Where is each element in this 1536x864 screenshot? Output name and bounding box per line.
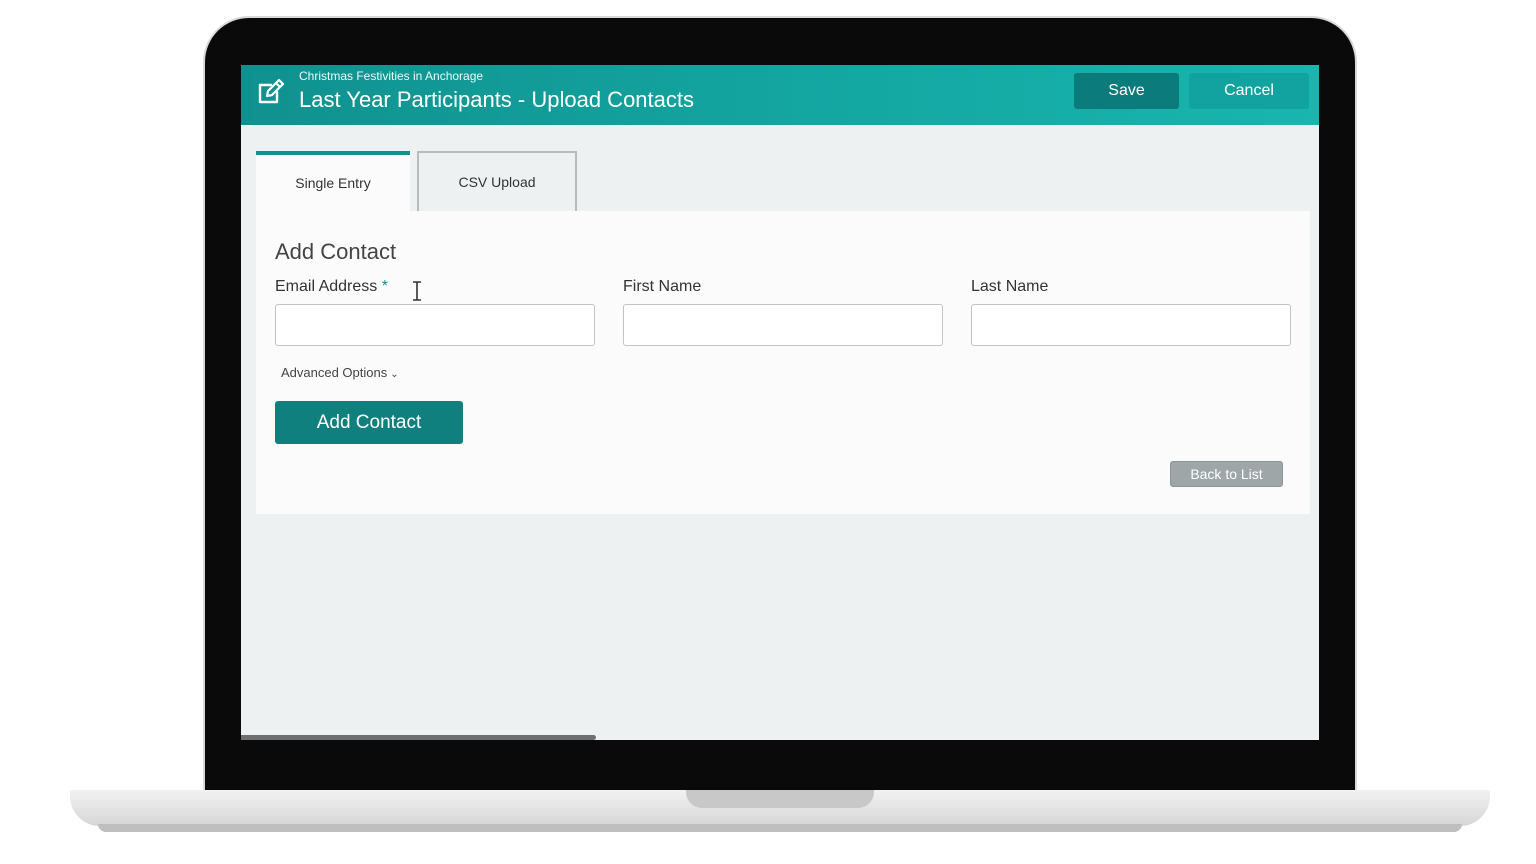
back-to-list-button[interactable]: Back to List <box>1170 461 1283 487</box>
page-title: Last Year Participants - Upload Contacts <box>299 87 695 112</box>
email-field[interactable] <box>275 304 595 346</box>
first-name-field[interactable] <box>623 304 943 346</box>
email-label: Email Address * <box>275 278 388 296</box>
cancel-button[interactable]: Cancel <box>1189 73 1309 109</box>
advanced-options-toggle[interactable]: Advanced Options ⌄ <box>281 365 399 380</box>
tab-label: CSV Upload <box>458 174 536 190</box>
tab-label: Single Entry <box>295 175 371 191</box>
laptop-base-shadow <box>98 824 1462 832</box>
advanced-options-label: Advanced Options <box>281 365 388 380</box>
add-contact-panel: Add Contact Email Address * First Name L… <box>256 211 1310 514</box>
app-screen: Christmas Festivities in Anchorage Last … <box>241 65 1319 740</box>
page-subtitle: Christmas Festivities in Anchorage <box>299 69 484 83</box>
last-name-field[interactable] <box>971 304 1291 346</box>
save-button[interactable]: Save <box>1074 73 1179 109</box>
text-cursor-icon <box>413 281 421 301</box>
tab-single-entry[interactable]: Single Entry <box>256 151 410 211</box>
edit-icon <box>258 78 285 104</box>
required-marker: * <box>381 278 388 295</box>
last-name-label: Last Name <box>971 278 1049 295</box>
page-header: Christmas Festivities in Anchorage Last … <box>241 65 1319 125</box>
tab-csv-upload[interactable]: CSV Upload <box>417 151 577 211</box>
laptop-notch <box>686 790 874 808</box>
add-contact-button[interactable]: Add Contact <box>275 401 463 444</box>
section-title: Add Contact <box>275 239 397 264</box>
horizontal-scrollbar[interactable] <box>241 735 596 740</box>
first-name-label: First Name <box>623 278 702 295</box>
email-label-text: Email Address <box>275 278 378 295</box>
chevron-down-icon: ⌄ <box>390 369 399 380</box>
